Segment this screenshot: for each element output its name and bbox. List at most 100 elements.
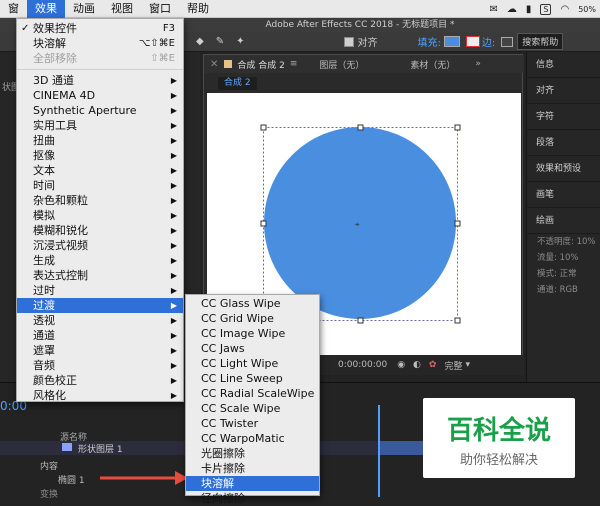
fill-label: 填充: xyxy=(417,38,441,49)
menu-item-label: 遮罩 xyxy=(33,344,55,357)
submenu-arrow-icon: ▶ xyxy=(170,391,177,400)
effect-menu-item[interactable]: 遮罩 ▶ xyxy=(17,343,183,358)
menu-item-label: 实用工具 xyxy=(33,119,77,132)
expand-panel-icon[interactable]: » xyxy=(475,59,481,69)
effect-menu-item[interactable]: 时间 ▶ xyxy=(17,178,183,193)
effect-menu-item[interactable]: 音频 ▶ xyxy=(17,358,183,373)
tab-composition[interactable]: 合成 合成 2 xyxy=(237,58,284,71)
effect-menu-item[interactable]: 风格化 ▶ xyxy=(17,388,183,403)
transition-menu-item[interactable]: CC Twister xyxy=(186,416,319,431)
transform-row[interactable]: 变换 xyxy=(40,487,58,500)
ellipse-shape[interactable] xyxy=(264,127,456,319)
cloud-icon[interactable]: ☁ xyxy=(507,4,517,15)
anchor-point-icon[interactable]: ⌖ xyxy=(355,220,360,229)
transition-menu-item[interactable]: CC Light Wipe xyxy=(186,356,319,371)
effect-menu-item[interactable]: 过渡 ▶ xyxy=(17,298,183,313)
menu-3[interactable]: 视图 xyxy=(103,0,141,18)
right-panel-item[interactable]: 画笔 xyxy=(527,182,600,208)
resolution-select[interactable]: 完整 xyxy=(444,359,462,372)
transition-menu-item[interactable]: CC Grid Wipe xyxy=(186,311,319,326)
puppet-pin-icon[interactable]: ✦ xyxy=(236,36,244,47)
effect-menu-item[interactable]: 通道 ▶ xyxy=(17,328,183,343)
chevron-down-icon[interactable]: ▾ xyxy=(465,360,470,370)
input-source-icon[interactable]: S xyxy=(540,3,552,15)
transition-menu-item[interactable]: CC Image Wipe xyxy=(186,326,319,341)
layer-name[interactable]: 形状图层 1 xyxy=(78,442,123,455)
menu-item-label: 表达式控制 xyxy=(33,269,88,282)
color-channel-icon[interactable]: ✿ xyxy=(429,360,437,370)
transition-menu-item[interactable]: CC Line Sweep xyxy=(186,371,319,386)
stroke-none-box[interactable] xyxy=(501,36,514,47)
menu-0[interactable]: 窗 xyxy=(0,0,27,18)
effect-menu-item[interactable]: CINEMA 4D ▶ xyxy=(17,88,183,103)
effect-menu-item[interactable]: ✓ 效果控件 F3 xyxy=(17,21,183,36)
transition-menu-item[interactable]: CC Glass Wipe xyxy=(186,296,319,311)
shortcut-label: F3 xyxy=(162,23,175,34)
eraser-tool-icon[interactable]: ◆ xyxy=(196,36,204,47)
transition-menu-item[interactable]: 块溶解 xyxy=(186,476,319,491)
effect-menu-item[interactable]: 抠像 ▶ xyxy=(17,148,183,163)
effect-menu-item[interactable]: 扭曲 ▶ xyxy=(17,133,183,148)
effect-menu-item[interactable]: 实用工具 ▶ xyxy=(17,118,183,133)
effect-menu-item[interactable]: 表达式控制 ▶ xyxy=(17,268,183,283)
effect-menu-item[interactable]: 文本 ▶ xyxy=(17,163,183,178)
effect-menu-item[interactable]: 模拟 ▶ xyxy=(17,208,183,223)
paint-prop: 模式: 正常 xyxy=(537,269,577,279)
right-panel-item[interactable]: 字符 xyxy=(527,104,600,130)
close-icon[interactable]: ✕ xyxy=(210,59,218,70)
effect-menu-item[interactable]: 块溶解 ⌥⇧⌘E xyxy=(17,36,183,51)
ellipse-row[interactable]: 椭圆 1 xyxy=(58,473,85,486)
right-panel-item[interactable]: 信息 xyxy=(527,52,600,78)
menu-item-label: 效果控件 xyxy=(33,22,77,35)
effect-menu-item[interactable]: 全部移除 ⇧⌘E xyxy=(17,51,183,66)
transition-menu-item[interactable]: CC WarpoMatic xyxy=(186,431,319,446)
transition-menu-item[interactable]: 光圈擦除 xyxy=(186,446,319,461)
transition-menu-item[interactable]: CC Radial ScaleWipe xyxy=(186,386,319,401)
panel-menu-icon[interactable]: ≡ xyxy=(290,59,298,69)
transition-menu-item[interactable]: 径向擦除 xyxy=(186,491,319,506)
search-help-field[interactable]: 搜索帮助 xyxy=(517,33,564,50)
submenu-arrow-icon: ▶ xyxy=(170,241,177,250)
content-row[interactable]: 内容 xyxy=(40,459,58,472)
menu-item-label: Synthetic Aperture xyxy=(33,104,137,117)
effect-menu-item[interactable]: 3D 通道 ▶ xyxy=(17,73,183,88)
effect-menu-item[interactable]: 杂色和颗粒 ▶ xyxy=(17,193,183,208)
comp-subtab[interactable]: 合成 2 xyxy=(218,77,257,90)
paint-prop: 通道: RGB xyxy=(537,285,578,295)
menu-4[interactable]: 窗口 xyxy=(141,0,179,18)
fill-swatch[interactable] xyxy=(443,36,460,47)
battery-icon[interactable]: ▮ xyxy=(526,4,532,15)
menu-1[interactable]: 效果 xyxy=(27,0,65,18)
right-panel-item[interactable]: 效果和预设 xyxy=(527,156,600,182)
menu-5[interactable]: 帮助 xyxy=(179,0,217,18)
menu-item-label: 文本 xyxy=(33,164,55,177)
right-panel-items: 信息 对齐 字符 段落 效果和预设 画笔 绘画 xyxy=(527,52,600,234)
align-checkbox[interactable] xyxy=(344,36,355,47)
wechat-icon[interactable]: ✉ xyxy=(490,4,498,15)
show-snapshot-icon[interactable]: ◐ xyxy=(413,360,421,370)
menu-2[interactable]: 动画 xyxy=(65,0,103,18)
pointer-arrow xyxy=(100,471,188,485)
snapshot-icon[interactable]: ◉ xyxy=(397,360,405,370)
transition-menu-item[interactable]: CC Jaws xyxy=(186,341,319,356)
shortcut-label: ⇧⌘E xyxy=(150,53,175,64)
tab-layer[interactable]: 图层（无） xyxy=(319,58,364,71)
effect-menu-item[interactable]: Synthetic Aperture ▶ xyxy=(17,103,183,118)
right-panel-item[interactable]: 对齐 xyxy=(527,78,600,104)
effect-menu-item[interactable]: 透视 ▶ xyxy=(17,313,183,328)
effect-menu-item[interactable]: 颜色校正 ▶ xyxy=(17,373,183,388)
layer-bar[interactable] xyxy=(380,441,425,455)
transition-menu-item[interactable]: 卡片擦除 xyxy=(186,461,319,476)
transition-menu-item[interactable]: CC Scale Wipe xyxy=(186,401,319,416)
effect-menu-item[interactable]: 生成 ▶ xyxy=(17,253,183,268)
tab-footage[interactable]: 素材（无） xyxy=(410,58,455,71)
wifi-icon[interactable]: ◠ xyxy=(560,4,569,15)
timecode[interactable]: 0:00:00:00 xyxy=(338,360,387,370)
roto-brush-icon[interactable]: ✎ xyxy=(216,36,224,47)
effect-menu-item[interactable]: 沉浸式视频 ▶ xyxy=(17,238,183,253)
stroke-swatch[interactable] xyxy=(465,36,480,47)
effect-menu-item[interactable]: 过时 ▶ xyxy=(17,283,183,298)
right-panel-item[interactable]: 绘画 xyxy=(527,208,600,234)
effect-menu-item[interactable]: 模糊和锐化 ▶ xyxy=(17,223,183,238)
right-panel-item[interactable]: 段落 xyxy=(527,130,600,156)
